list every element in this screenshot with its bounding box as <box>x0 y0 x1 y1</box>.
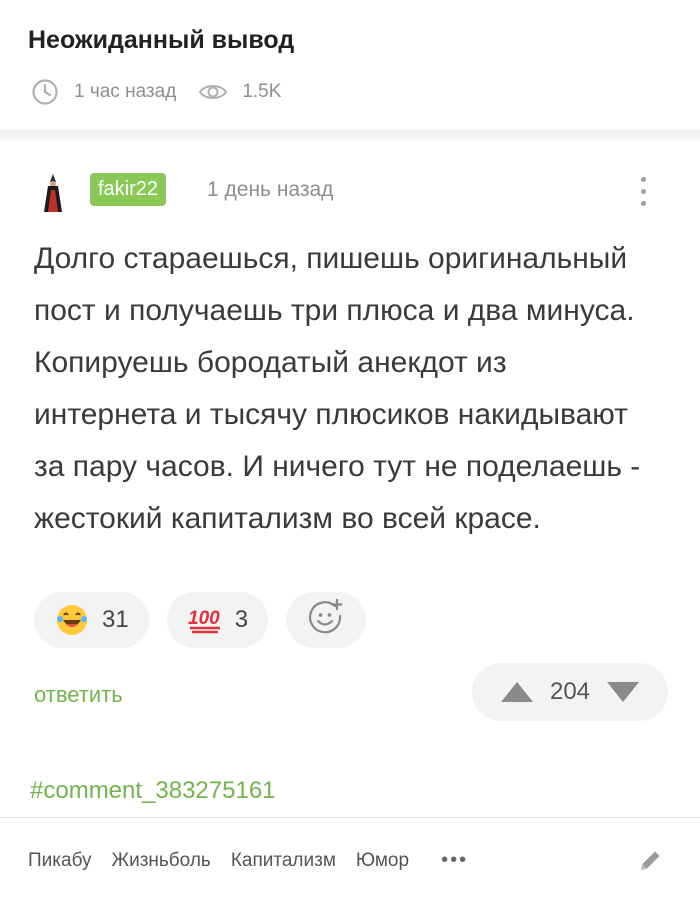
svg-text:100: 100 <box>188 608 220 629</box>
vote-control: 204 <box>472 663 668 721</box>
tag-yumor[interactable]: Юмор <box>356 850 409 872</box>
downvote-icon[interactable] <box>606 679 640 705</box>
reaction-laughing[interactable]: 31 <box>34 592 149 648</box>
pencil-icon[interactable] <box>636 847 664 875</box>
more-tags-button[interactable]: ••• <box>441 849 468 872</box>
comment-time: 1 день назад <box>207 178 334 201</box>
reaction-count: 3 <box>234 606 249 633</box>
reply-button[interactable]: ответить <box>34 682 123 708</box>
tag-pikabu[interactable]: Пикабу <box>28 850 92 872</box>
reaction-hundred[interactable]: 100 3 <box>166 592 269 648</box>
add-reaction-button[interactable] <box>286 592 367 648</box>
eye-icon <box>198 77 228 107</box>
comment-author[interactable]: fakir22 <box>90 173 167 206</box>
divider <box>0 817 700 818</box>
post-time: 1 час назад <box>74 81 177 102</box>
avatar[interactable] <box>38 172 68 214</box>
more-options-icon[interactable] <box>631 173 655 213</box>
post-views: 1.5K <box>242 81 282 102</box>
comment: fakir22 1 день назад Долго стараешься, п… <box>0 145 700 815</box>
smiley-plus-icon <box>306 597 346 644</box>
upvote-icon[interactable] <box>500 679 534 705</box>
tag-zhiznbol[interactable]: Жизньболь <box>112 850 211 872</box>
tag-list: Пикабу Жизньболь Капитализм Юмор ••• <box>28 849 468 872</box>
post-meta: 1 час назад 1.5K <box>30 77 281 107</box>
tag-kapitalizm[interactable]: Капитализм <box>231 850 336 872</box>
rating-count: 204 <box>549 678 591 705</box>
clock-icon <box>30 77 60 107</box>
laughing-face-icon <box>54 602 90 638</box>
post-header: Неожиданный вывод 1 час назад 1.5K <box>0 0 700 130</box>
reaction-count: 31 <box>102 606 129 633</box>
comment-anchor-link[interactable]: #comment_383275161 <box>30 777 276 805</box>
comment-text: Долго стараешься, пишешь оригинальный по… <box>34 242 641 535</box>
post-title[interactable]: Неожиданный вывод <box>28 26 294 55</box>
hundred-points-icon: 100 <box>187 602 223 638</box>
reactions: 31 100 3 <box>34 592 384 648</box>
